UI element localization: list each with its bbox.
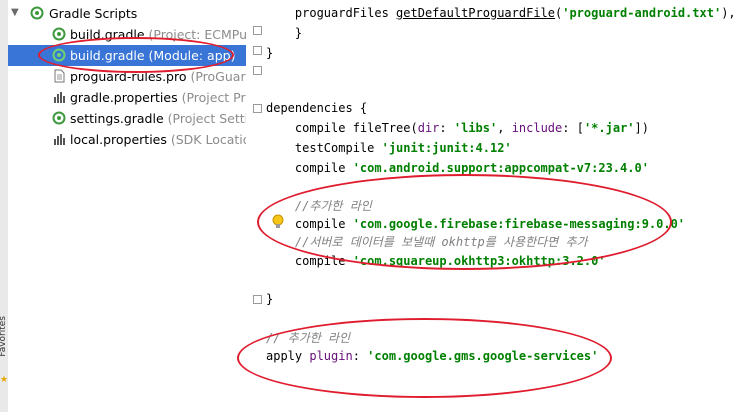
code-line: proguardFiles getDefaultProguardFile('pr… [266, 6, 734, 20]
code-line: } [266, 292, 274, 306]
file-name: local.properties [70, 132, 167, 147]
code-line: apply plugin: 'com.google.gms.google-ser… [266, 349, 599, 363]
star-icon: ★ [0, 375, 9, 385]
fold-marker-icon[interactable] [253, 295, 262, 304]
file-name: build.gradle [70, 27, 145, 42]
code-line: compile fileTree(dir: 'libs', include: [… [266, 121, 649, 135]
code-comment: //서버로 데이터를 보낼때 okhttp를 사용한다면 추가 [266, 235, 588, 249]
file-name: proguard-rules.pro [70, 69, 187, 84]
fold-marker-icon[interactable] [253, 46, 262, 55]
file-name: settings.gradle [70, 111, 164, 126]
favorites-label: Favorites [0, 316, 8, 357]
code-line: } [266, 46, 274, 60]
fold-marker-icon[interactable] [253, 104, 262, 113]
gradle-icon [52, 27, 66, 41]
code-comment: // 추가한 라인 [266, 331, 351, 345]
file-hint: (SDK Location [170, 132, 246, 147]
tree-item-gradle-properties[interactable]: gradle.properties (Project Pro [8, 87, 246, 108]
properties-icon [54, 92, 65, 103]
gradle-icon [52, 111, 66, 125]
code-line: compile 'com.android.support:appcompat-v… [266, 161, 649, 175]
file-hint: (Module: app) [144, 48, 236, 63]
file-name: gradle.properties [70, 90, 178, 105]
code-editor[interactable]: proguardFiles getDefaultProguardFile('pr… [262, 0, 734, 412]
fold-marker-icon[interactable] [253, 26, 262, 35]
tree-node-label: Gradle Scripts [49, 6, 138, 21]
code-line: compile 'com.google.firebase:firebase-me… [266, 217, 686, 231]
lightbulb-icon[interactable] [272, 214, 284, 230]
expand-arrow-icon[interactable]: ▼ [11, 7, 19, 18]
file-name: build.gradle [70, 48, 145, 63]
editor-gutter [248, 0, 262, 412]
fold-marker-icon[interactable] [253, 66, 262, 75]
file-hint: (Project Pro [177, 90, 246, 105]
code-line: testCompile 'junit:junit:4.12' [266, 141, 512, 155]
properties-icon [54, 134, 65, 145]
file-icon [54, 69, 65, 83]
tree-item-proguard-rules[interactable]: proguard-rules.pro (ProGuard [8, 66, 246, 87]
gradle-scripts-icon [30, 6, 44, 20]
tree-item-settings-gradle[interactable]: settings.gradle (Project Settin [8, 108, 246, 129]
code-comment: //추가한 라인 [266, 199, 372, 213]
code-line: dependencies { [266, 101, 368, 115]
project-tree: ▼ Gradle Scripts build.gradle (Project: … [0, 0, 246, 412]
code-line: compile 'com.squareup.okhttp3:okhttp:3.2… [266, 254, 606, 268]
file-hint: (Project: ECMPu [144, 27, 246, 42]
code-line: } [266, 26, 303, 40]
tree-item-build-gradle-module[interactable]: build.gradle (Module: app) [8, 45, 246, 66]
file-hint: (ProGuard [190, 69, 246, 84]
gradle-icon [52, 48, 66, 62]
file-hint: (Project Settin [167, 111, 246, 126]
tree-node-gradle-scripts[interactable]: ▼ Gradle Scripts [8, 3, 246, 24]
tree-item-local-properties[interactable]: local.properties (SDK Location [8, 129, 246, 150]
tree-item-build-gradle-project[interactable]: build.gradle (Project: ECMPu [8, 24, 246, 45]
